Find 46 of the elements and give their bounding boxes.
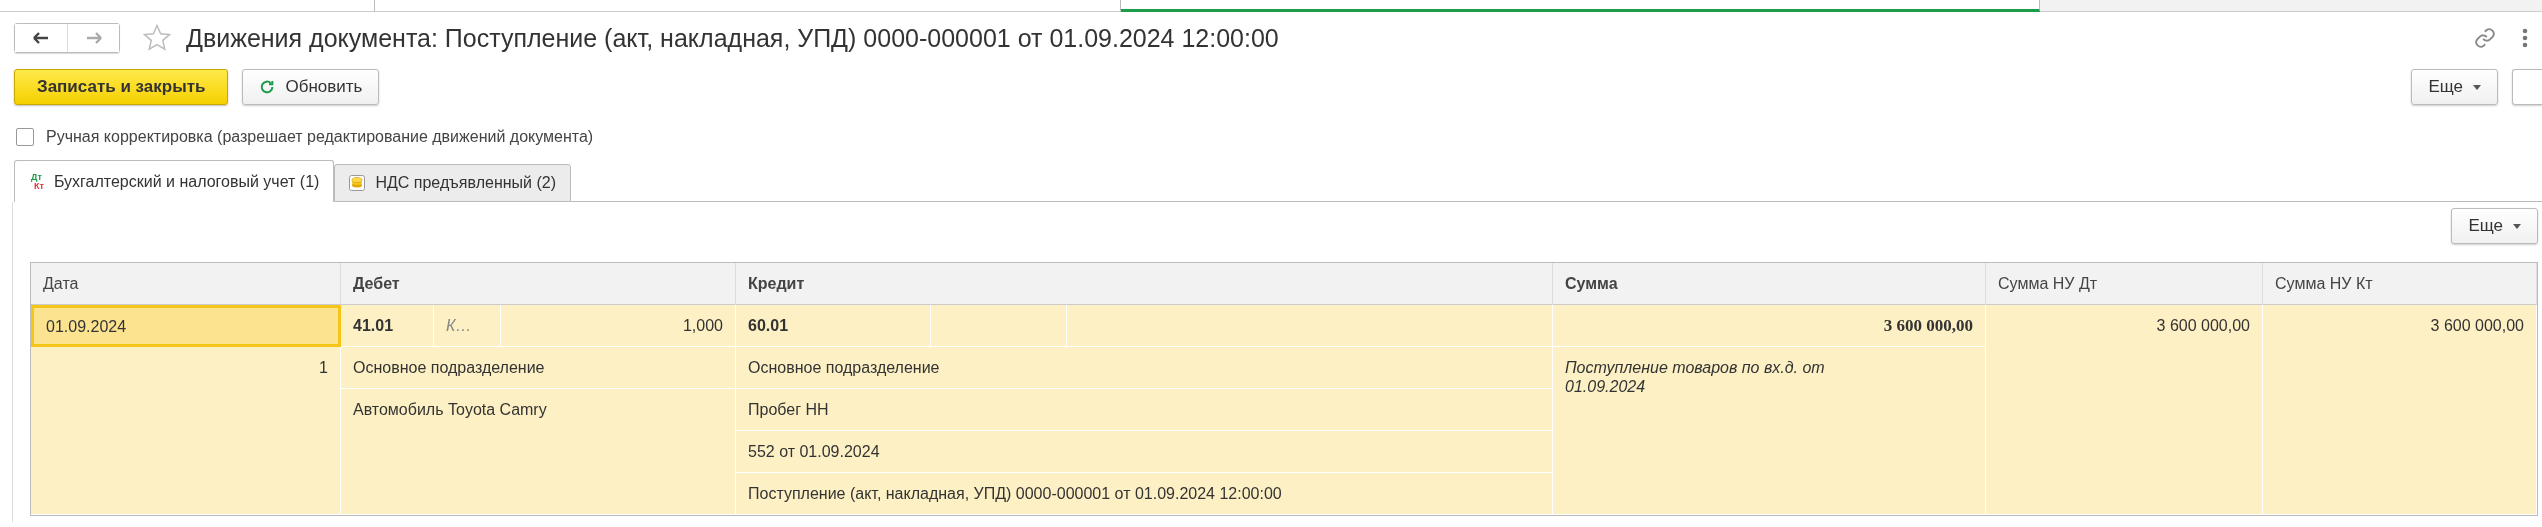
- forward-arrow-icon: [85, 32, 102, 44]
- column-header[interactable]: Сумма: [1553, 263, 1986, 305]
- debit-detail-cell: Основное подразделение: [341, 347, 736, 389]
- refresh-button[interactable]: Обновить: [242, 69, 380, 105]
- tax-debit-amount-cell: 3 600 000,00: [1986, 305, 2263, 515]
- cut-off-button[interactable]: [2512, 69, 2542, 105]
- tax-credit-amount-cell: 3 600 000,00: [2263, 305, 2537, 515]
- caret-icon: [2513, 223, 2521, 229]
- more-button[interactable]: Еще: [2411, 69, 2498, 105]
- credit-detail-cell: Поступление (акт, накладная, УПД) 0000-000001 от 01.09.2024 12:00:00: [736, 473, 1553, 515]
- caret-icon: [2473, 84, 2481, 90]
- star-icon[interactable]: [142, 23, 172, 53]
- tab[interactable]: НДС предъявленный (2): [334, 164, 571, 202]
- coins-icon: [349, 175, 366, 191]
- column-header[interactable]: Кредит: [736, 263, 1553, 305]
- date-cell[interactable]: 01.09.2024: [31, 305, 341, 347]
- credit-detail-cell: Пробег НН: [736, 389, 1553, 431]
- subconto-cell: К…: [434, 305, 501, 347]
- debit-detail-cell: Автомобиль Toyota Camry: [341, 389, 736, 515]
- amount-cell: 3 600 000,00: [1553, 305, 1986, 347]
- credit-detail-cell: Основное подразделение: [736, 347, 1553, 389]
- window-title: Движения документа: Поступление (акт, накладная, УПД) 0000-000001 от 01.09.2024 12:00:00: [186, 23, 1279, 53]
- back-arrow-icon: [33, 32, 49, 44]
- window-tab[interactable]: [1121, 0, 2040, 12]
- tab[interactable]: Дт Кт Бухгалтерский и налоговый учет (1): [14, 160, 335, 202]
- back-button[interactable]: [15, 24, 67, 52]
- refresh-icon: [259, 79, 276, 95]
- window-tab[interactable]: [375, 0, 1121, 12]
- more-button[interactable]: Еще: [2451, 208, 2538, 244]
- line-number-cell: 1: [31, 347, 341, 515]
- column-header[interactable]: Сумма НУ Дт: [1986, 263, 2263, 305]
- column-header[interactable]: Дебет: [341, 263, 736, 305]
- checkbox[interactable]: [16, 128, 34, 146]
- quantity-cell: 1,000: [501, 305, 736, 347]
- window-tab[interactable]: [0, 0, 375, 12]
- credit-detail-cell: 552 от 01.09.2024: [736, 431, 1553, 473]
- content-cell: Поступление товаров по вх.д. от 01.09.2024: [1553, 347, 1986, 515]
- link-icon[interactable]: [2474, 27, 2496, 49]
- debit-credit-icon: Дт Кт: [29, 172, 44, 191]
- column-header[interactable]: Сумма НУ Кт: [2263, 263, 2537, 305]
- debit-account-cell: 41.01: [341, 305, 434, 347]
- save-and-close-button[interactable]: Записать и закрыть: [14, 69, 229, 105]
- credit-account-cell: 60.01: [736, 305, 931, 347]
- more-options-icon[interactable]: [2522, 28, 2528, 48]
- column-header[interactable]: Дата: [31, 263, 341, 305]
- checkbox-label: Ручная корректировка (разрешает редактирование движений документа): [46, 128, 594, 146]
